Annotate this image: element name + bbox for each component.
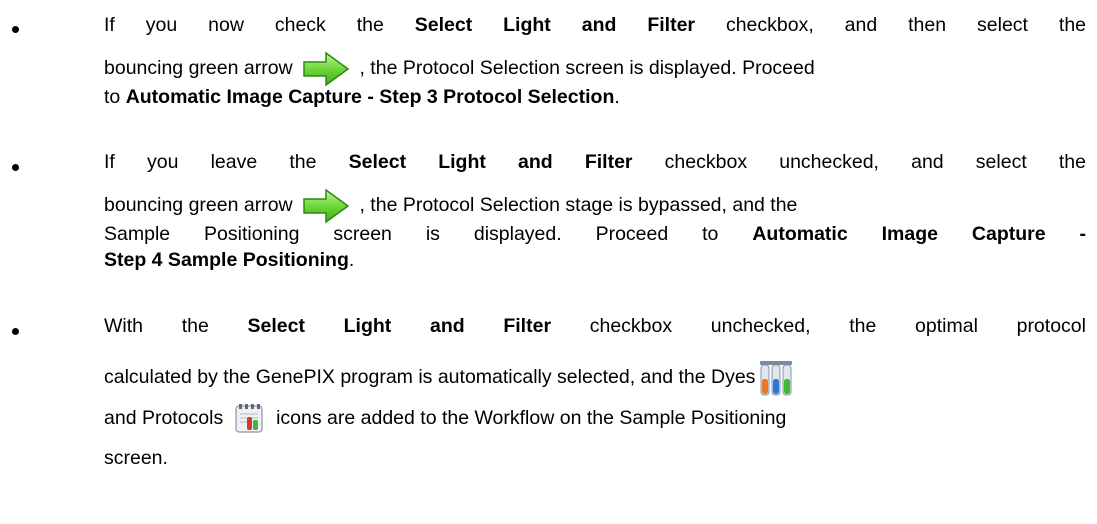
text-line: If you now check the Select Light and Fi… <box>104 14 1086 50</box>
text-run: bouncing green arrow <box>104 194 293 217</box>
text-run: Sample Positioning screen is displayed. … <box>104 223 753 245</box>
bullet-text: If you now check the Select Light and Fi… <box>104 14 1086 109</box>
text-run: icons are added to the Workflow on the S… <box>276 407 787 430</box>
text-run: bouncing green arrow <box>104 57 293 80</box>
text-line: screen. <box>104 447 1086 470</box>
text-line: calculated by the GenePIX program is aut… <box>104 359 1086 403</box>
document-page: If you now check the Select Light and Fi… <box>0 0 1097 524</box>
text-run: screen. <box>104 447 168 469</box>
text-run: If you now check the <box>104 14 415 36</box>
text-run: If you leave the <box>104 151 349 173</box>
text-run: checkbox unchecked, and select the <box>632 151 1086 173</box>
green-arrow-icon <box>302 187 350 225</box>
bullet-dot <box>12 164 19 171</box>
text-line: Step 4 Sample Positioning. <box>104 249 1086 272</box>
text-run: , the Protocol Selection stage is bypass… <box>354 194 798 217</box>
text-line: and Protocols icons are added to the Wor… <box>104 403 1086 447</box>
text-run: , the Protocol Selection screen is displ… <box>354 57 815 80</box>
bullet-text: With the Select Light and Filter checkbo… <box>104 315 1086 470</box>
text-line: If you leave the Select Light and Filter… <box>104 151 1086 187</box>
text-line: Sample Positioning screen is displayed. … <box>104 223 1086 249</box>
green-arrow-icon <box>302 50 350 88</box>
text-run: checkbox, and then select the <box>695 14 1087 36</box>
bold-run: Select Light and Filter <box>414 14 696 36</box>
bold-run: Automatic Image Capture - Step 3 Protoco… <box>125 86 615 108</box>
text-run: With the <box>104 315 248 337</box>
text-line: With the Select Light and Filter checkbo… <box>104 315 1086 359</box>
text-run: checkbox unchecked, the optimal protocol <box>551 315 1086 337</box>
bold-run: Automatic Image Capture - <box>752 223 1087 245</box>
protocols-icon <box>233 403 267 435</box>
bold-run: Select Light and Filter <box>348 151 633 173</box>
bullet-dot <box>12 328 19 335</box>
text-line: bouncing green arrow , the Protocol Sele… <box>104 50 1086 88</box>
text-run: calculated by the GenePIX program is aut… <box>104 366 756 389</box>
bold-run: Select Light and Filter <box>247 315 552 337</box>
text-line: to Automatic Image Capture - Step 3 Prot… <box>104 86 1086 109</box>
bullet-dot <box>12 26 19 33</box>
bold-run: Step 4 Sample Positioning <box>104 249 349 271</box>
bullet-text: If you leave the Select Light and Filter… <box>104 151 1086 272</box>
text-run: and Protocols <box>104 407 224 430</box>
text-run: . <box>614 86 620 108</box>
text-line: bouncing green arrow , the Protocol Sele… <box>104 187 1086 225</box>
dyes-icon <box>759 359 793 397</box>
text-run: . <box>348 249 355 271</box>
text-run: to <box>104 86 126 108</box>
